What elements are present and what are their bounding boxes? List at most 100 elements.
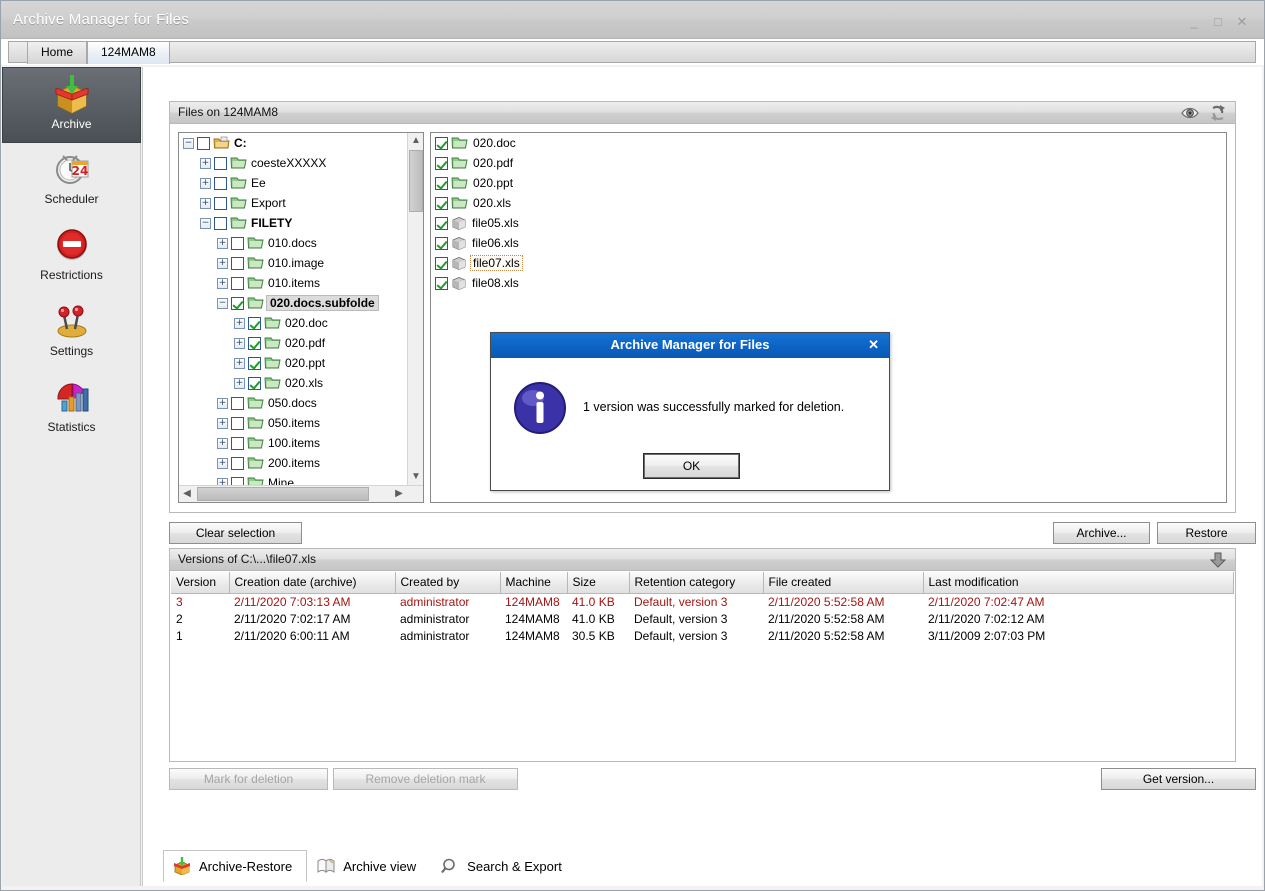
- versions-table-row[interactable]: 12/11/2020 6:00:11 AMadministrator124MAM…: [171, 627, 1234, 644]
- file-list-item[interactable]: file07.xls: [431, 253, 1226, 273]
- versions-column-header[interactable]: File created: [763, 572, 923, 593]
- file-list-item[interactable]: 020.xls: [431, 193, 1226, 213]
- get-version-button[interactable]: Get version...: [1101, 768, 1256, 790]
- tree-node[interactable]: +020.xls: [179, 373, 407, 393]
- tree-vscroll-thumb[interactable]: [409, 150, 423, 212]
- sidebar-item-statistics[interactable]: Statistics: [2, 371, 141, 447]
- versions-column-header[interactable]: Machine: [500, 572, 567, 593]
- versions-table-row[interactable]: 22/11/2020 7:02:17 AMadministrator124MAM…: [171, 610, 1234, 627]
- tree-node-checkbox[interactable]: [231, 477, 244, 486]
- file-list-item[interactable]: 020.doc: [431, 133, 1226, 153]
- restore-button[interactable]: Restore: [1157, 522, 1256, 544]
- expand-icon[interactable]: +: [200, 198, 211, 209]
- tree-node[interactable]: +050.items: [179, 413, 407, 433]
- file-list-item-checkbox[interactable]: [435, 217, 448, 230]
- versions-column-header[interactable]: Last modification: [923, 572, 1234, 593]
- tree-node-checkbox[interactable]: [231, 397, 244, 410]
- tab-124mam8[interactable]: 124MAM8: [87, 42, 170, 64]
- bottom-tab-search-export[interactable]: Search & Export: [431, 850, 577, 882]
- expand-icon[interactable]: +: [217, 258, 228, 269]
- file-list-item[interactable]: file06.xls: [431, 233, 1226, 253]
- expand-icon[interactable]: +: [234, 338, 245, 349]
- tree-node-checkbox[interactable]: [231, 297, 244, 310]
- tree-node-checkbox[interactable]: [248, 337, 261, 350]
- clear-selection-button[interactable]: Clear selection: [169, 522, 302, 544]
- tab-home[interactable]: Home: [27, 42, 87, 64]
- tree-node[interactable]: +Mine: [179, 473, 407, 485]
- tree-node-checkbox[interactable]: [248, 377, 261, 390]
- tree-node[interactable]: −FILETY: [179, 213, 407, 233]
- expand-icon[interactable]: +: [234, 318, 245, 329]
- expand-icon[interactable]: +: [217, 238, 228, 249]
- eye-icon[interactable]: [1179, 104, 1201, 122]
- tree-node-checkbox[interactable]: [214, 197, 227, 210]
- maximize-icon[interactable]: □: [1210, 15, 1226, 31]
- versions-column-header[interactable]: Size: [567, 572, 629, 593]
- scroll-right-icon[interactable]: ▶: [391, 486, 407, 502]
- dialog-ok-button[interactable]: OK: [644, 454, 739, 478]
- tree-node-checkbox[interactable]: [248, 317, 261, 330]
- tree-node-checkbox[interactable]: [231, 277, 244, 290]
- scroll-up-icon[interactable]: ▲: [408, 133, 424, 149]
- expand-icon[interactable]: +: [217, 438, 228, 449]
- close-icon[interactable]: ✕: [1234, 15, 1250, 31]
- file-list-item-checkbox[interactable]: [435, 157, 448, 170]
- tree-node-checkbox[interactable]: [231, 257, 244, 270]
- file-list-item-checkbox[interactable]: [435, 197, 448, 210]
- expand-icon[interactable]: +: [200, 158, 211, 169]
- file-list-item[interactable]: 020.ppt: [431, 173, 1226, 193]
- tree-node[interactable]: +200.items: [179, 453, 407, 473]
- sidebar-item-settings[interactable]: Settings: [2, 295, 141, 371]
- versions-column-header[interactable]: Creation date (archive): [229, 572, 395, 593]
- tree-vertical-scrollbar[interactable]: ▲ ▼: [407, 133, 423, 485]
- expand-icon[interactable]: +: [217, 418, 228, 429]
- tree-node[interactable]: −020.docs.subfolde: [179, 293, 407, 313]
- tree-node-checkbox[interactable]: [248, 357, 261, 370]
- tree-hscroll-thumb[interactable]: [197, 487, 369, 501]
- expand-icon[interactable]: +: [217, 478, 228, 486]
- tree-node[interactable]: +coesteXXXXX: [179, 153, 407, 173]
- sidebar-item-restrictions[interactable]: Restrictions: [2, 219, 141, 295]
- versions-table-row[interactable]: 32/11/2020 7:03:13 AMadministrator124MAM…: [171, 593, 1234, 610]
- tree-node[interactable]: +020.pdf: [179, 333, 407, 353]
- bottom-tab-archive-view[interactable]: Archive view: [307, 850, 431, 882]
- expand-icon[interactable]: +: [217, 458, 228, 469]
- expand-icon[interactable]: +: [234, 378, 245, 389]
- tree-node-checkbox[interactable]: [214, 157, 227, 170]
- collapse-icon[interactable]: −: [217, 298, 228, 309]
- tree-node[interactable]: +020.ppt: [179, 353, 407, 373]
- expand-icon[interactable]: +: [200, 178, 211, 189]
- tree-node[interactable]: +010.items: [179, 273, 407, 293]
- expand-icon[interactable]: +: [217, 278, 228, 289]
- versions-column-header[interactable]: Version: [171, 572, 229, 593]
- tree-node-checkbox[interactable]: [214, 217, 227, 230]
- tree-node[interactable]: +Export: [179, 193, 407, 213]
- collapse-icon[interactable]: −: [183, 138, 194, 149]
- file-list-item[interactable]: file05.xls: [431, 213, 1226, 233]
- tree-node-checkbox[interactable]: [197, 137, 210, 150]
- bottom-tab-archive-restore[interactable]: Archive-Restore: [163, 850, 307, 882]
- scroll-down-icon[interactable]: ▼: [408, 469, 424, 485]
- tree-node[interactable]: +010.image: [179, 253, 407, 273]
- file-list-item[interactable]: 020.pdf: [431, 153, 1226, 173]
- file-list-item[interactable]: file08.xls: [431, 273, 1226, 293]
- tree-node-checkbox[interactable]: [231, 237, 244, 250]
- expand-icon[interactable]: +: [217, 398, 228, 409]
- file-list-item-checkbox[interactable]: [435, 137, 448, 150]
- tree-horizontal-scrollbar[interactable]: ◀ ▶: [179, 485, 423, 502]
- scroll-left-icon[interactable]: ◀: [179, 486, 195, 502]
- minimize-icon[interactable]: _: [1186, 15, 1202, 31]
- folder-tree[interactable]: −C:+coesteXXXXX+Ee+Export−FILETY+010.doc…: [178, 132, 424, 503]
- tree-node-checkbox[interactable]: [231, 417, 244, 430]
- tree-node[interactable]: +Ee: [179, 173, 407, 193]
- versions-column-header[interactable]: Retention category: [629, 572, 763, 593]
- sidebar-item-archive[interactable]: Archive: [2, 67, 141, 143]
- tree-node[interactable]: +010.docs: [179, 233, 407, 253]
- file-list-item-checkbox[interactable]: [435, 177, 448, 190]
- tree-node-checkbox[interactable]: [231, 437, 244, 450]
- tree-node[interactable]: −C:: [179, 133, 407, 153]
- expand-icon[interactable]: +: [234, 358, 245, 369]
- down-arrow-icon[interactable]: [1207, 551, 1229, 569]
- tree-node-checkbox[interactable]: [214, 177, 227, 190]
- versions-column-header[interactable]: Created by: [395, 572, 500, 593]
